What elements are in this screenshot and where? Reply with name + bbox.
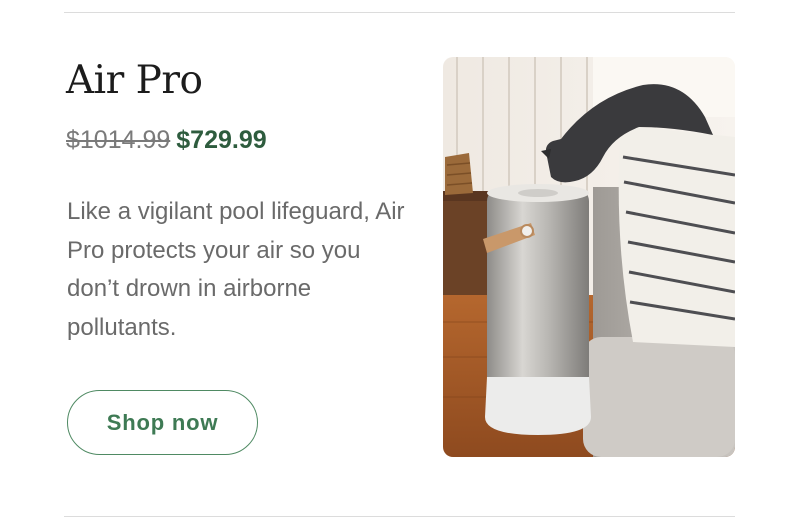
air-purifier-cat-illustration — [443, 57, 735, 457]
price-row: $1014.99 $729.99 — [66, 126, 267, 155]
product-photo — [443, 57, 735, 457]
bottom-divider — [64, 516, 735, 517]
shop-now-button[interactable]: Shop now — [67, 390, 258, 455]
product-description: Like a vigilant pool lifeguard, Air Pro … — [67, 198, 405, 341]
product-title: Air Pro — [66, 58, 203, 103]
sale-price: $729.99 — [176, 126, 267, 154]
original-price: $1014.99 — [66, 126, 171, 154]
top-divider — [64, 12, 735, 13]
